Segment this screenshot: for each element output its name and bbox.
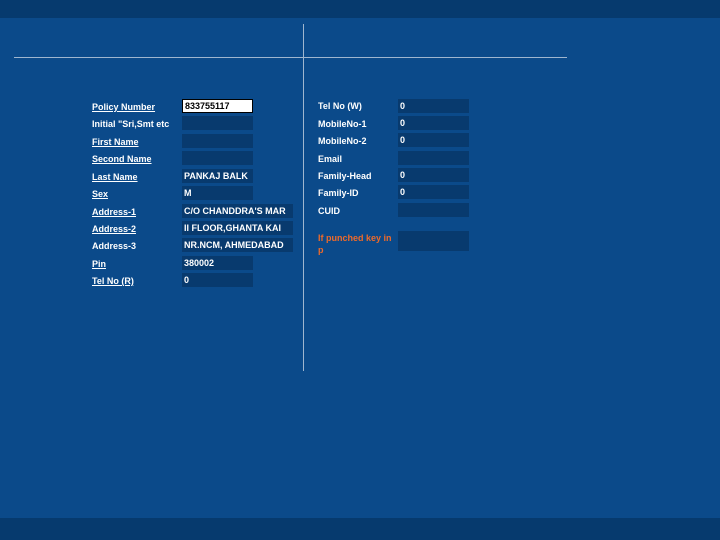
policy-number-field[interactable]: 833755117	[182, 99, 253, 113]
address-3-field[interactable]: NR.NCM, AHMEDABAD	[182, 238, 293, 252]
address-1-field[interactable]: C/O CHANDDRA'S MAR	[182, 204, 293, 218]
initial-label: Initial "Sri,Smt etc	[92, 119, 170, 129]
address-3-label: Address-3	[92, 241, 137, 251]
top-band	[0, 0, 720, 18]
punched-key-label: If punched key in p	[318, 233, 392, 255]
email-label: Email	[318, 154, 343, 164]
pin-field[interactable]: 380002	[182, 256, 253, 270]
vertical-divider	[303, 24, 304, 371]
initial-field[interactable]	[182, 116, 253, 130]
bottom-band	[0, 518, 720, 540]
mobile-2-field[interactable]: 0	[398, 133, 469, 147]
address-2-label: Address-2	[92, 224, 137, 234]
punched-key-field[interactable]	[398, 231, 469, 251]
horizontal-divider	[14, 57, 567, 58]
mobile-2-label: MobileNo-2	[318, 136, 367, 146]
cuid-label: CUID	[318, 206, 340, 216]
first-name-field[interactable]	[182, 134, 253, 148]
family-id-label: Family-ID	[318, 188, 359, 198]
tel-r-label: Tel No (R)	[92, 276, 134, 286]
second-name-label: Second Name	[92, 154, 152, 164]
tel-r-field[interactable]: 0	[182, 273, 253, 287]
address-2-field[interactable]: II FLOOR,GHANTA KAI	[182, 221, 293, 235]
second-name-field[interactable]	[182, 151, 253, 165]
family-id-field[interactable]: 0	[398, 185, 469, 199]
first-name-label: First Name	[92, 137, 139, 147]
email-field[interactable]	[398, 151, 469, 165]
family-head-field[interactable]: 0	[398, 168, 469, 182]
pin-label: Pin	[92, 259, 107, 269]
tel-w-field[interactable]: 0	[398, 99, 469, 113]
sex-label: Sex	[92, 189, 109, 199]
cuid-field[interactable]	[398, 203, 469, 217]
family-head-label: Family-Head	[318, 171, 372, 181]
tel-w-label: Tel No (W)	[318, 101, 362, 111]
mobile-1-field[interactable]: 0	[398, 116, 469, 130]
last-name-field[interactable]: PANKAJ BALK	[182, 169, 253, 183]
policy-number-label: Policy Number	[92, 102, 156, 112]
mobile-1-label: MobileNo-1	[318, 119, 367, 129]
address-1-label: Address-1	[92, 207, 137, 217]
last-name-label: Last Name	[92, 172, 138, 182]
sex-field[interactable]: M	[182, 186, 253, 200]
